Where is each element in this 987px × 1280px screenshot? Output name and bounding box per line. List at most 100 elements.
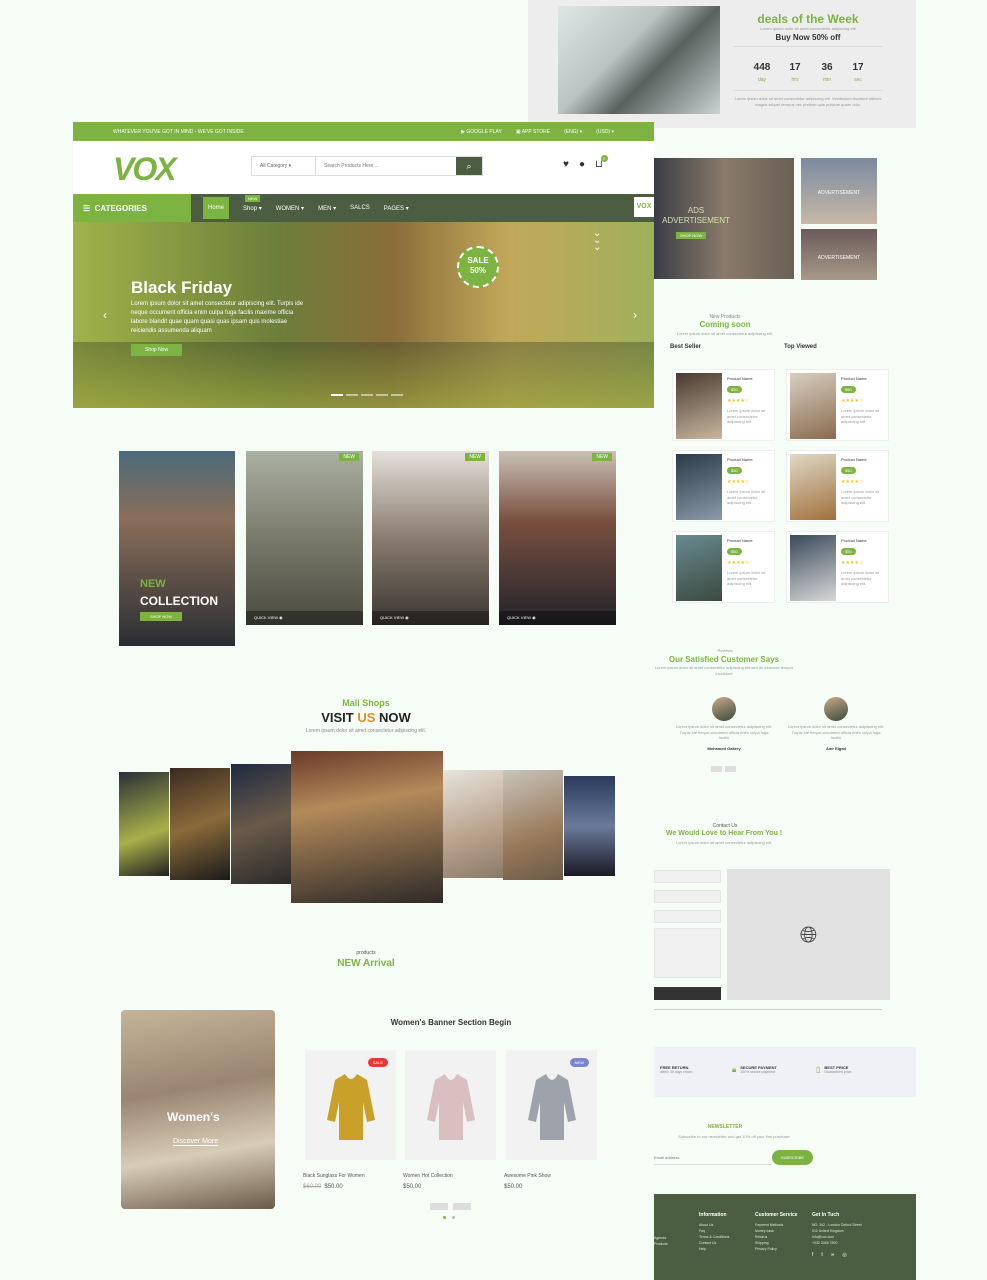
product-card[interactable]: Product Name $50 ★★★★☆ Lorem ipsum dolor si… <box>786 369 889 441</box>
send-button[interactable] <box>654 987 721 1000</box>
deals-offer: Buy Now 50% off <box>775 33 841 42</box>
message-field[interactable] <box>654 928 721 978</box>
mall-shop-image-featured[interactable] <box>291 751 443 903</box>
product-tile[interactable]: NEW QUICK VIEW ◉ <box>246 451 363 625</box>
facebook-icon[interactable]: f <box>812 1252 813 1258</box>
footer: Agenda Products Information About Us Faq Te… <box>654 1194 916 1280</box>
product-price: $50.00 <box>504 1184 523 1190</box>
logo[interactable]: VOX <box>113 151 193 187</box>
review-carousel-arrows[interactable] <box>711 766 736 772</box>
footer-link[interactable]: Privacy Policy <box>755 1247 798 1253</box>
mall-shop-image[interactable] <box>170 768 230 880</box>
womens-banner[interactable]: Women's Discover More <box>121 1010 275 1209</box>
chevron-right-icon[interactable]: › <box>633 308 637 322</box>
product-card[interactable]: Product Name $50 ★★★★☆ Lorem ipsum dolor si… <box>672 450 775 522</box>
womens-section-title: Women's Banner Section Begin <box>390 1018 512 1027</box>
carousel-dots[interactable] <box>443 1216 455 1219</box>
new-badge: NEW <box>339 453 359 461</box>
nav-item-home[interactable]: Home <box>203 197 230 219</box>
ads-shop-button[interactable]: SHOP NOW <box>676 232 707 239</box>
divider <box>733 46 883 47</box>
product-tile[interactable]: NEW QUICK VIEW ◉ <box>372 451 489 625</box>
header: VOX All Category ▾ ⌕ ♥ ● ⊔0 <box>73 141 654 194</box>
nav-item-women[interactable]: WOMEN ▾ <box>276 205 304 212</box>
new-collection-banner[interactable]: NEW COLLECTION SHOP NOW <box>119 451 235 646</box>
product-card[interactable]: Product Name $50 ★★★★☆ Lorem ipsum dolor si… <box>672 531 775 603</box>
nav-item-sales[interactable]: SALCS <box>350 205 370 211</box>
main-nav: ☰ CATEGORIES Home Shop ▾ WOMEN ▾ MEN ▾ S… <box>73 194 654 222</box>
mall-shop-image[interactable] <box>564 776 615 876</box>
hero-shop-button[interactable]: Shop Now <box>131 344 183 356</box>
currency-select[interactable]: (USD) ▾ <box>596 129 614 135</box>
mall-shop-image[interactable] <box>443 770 503 878</box>
reviews-title: Our Satisfied Customer Says <box>668 655 780 664</box>
subject-field[interactable] <box>654 910 721 923</box>
search-button[interactable]: ⌕ <box>456 157 482 175</box>
product-price: $50.00 <box>403 1184 422 1190</box>
new-badge: NEW <box>569 1058 589 1067</box>
product-name[interactable]: Black Sunglass For Women <box>303 1173 365 1179</box>
countdown-minutes: 36 min <box>821 62 833 83</box>
quick-view-button[interactable]: QUICK VIEW ◉ <box>246 611 363 625</box>
sale-badge: SALE <box>367 1058 388 1067</box>
product-tile[interactable]: NEW QUICK VIEW ◉ <box>499 451 616 625</box>
deals-panel: deals of the Week Lorem ipsum dolor sit … <box>528 0 916 128</box>
product-card[interactable]: Product Name $50 ★★★★☆ Lorem ipsum dolor si… <box>672 369 775 441</box>
link-icon[interactable]: ∞ <box>831 1252 835 1258</box>
mall-shop-image[interactable] <box>231 764 291 884</box>
heart-icon[interactable]: ♥ <box>563 159 569 170</box>
ads-banner[interactable]: ADS ADVERTISEMENT SHOP NOW <box>654 158 794 279</box>
nav-item-pages[interactable]: PAGES ▾ <box>384 205 409 212</box>
mini-logo[interactable]: VOX <box>634 197 654 217</box>
new-badge: NEW <box>465 453 485 461</box>
discover-more-link[interactable]: Discover More <box>173 1138 219 1146</box>
quick-view-button[interactable]: QUICK VIEW ◉ <box>499 611 616 625</box>
nav-item-shop[interactable]: Shop ▾ <box>243 205 262 212</box>
google-play-link[interactable]: ▶ GOOGLE PLAY <box>461 129 502 135</box>
product-card[interactable]: Product Name $50 ★★★★☆ Lorem ipsum dolor si… <box>786 450 889 522</box>
product-card[interactable]: SALE <box>305 1050 396 1160</box>
product-card[interactable]: Product Name $50 ★★★★☆ Lorem ipsum dolor si… <box>786 531 889 603</box>
product-card[interactable]: NEW <box>506 1050 597 1160</box>
product-name[interactable]: Awesome Pink Show <box>504 1173 551 1179</box>
product-name[interactable]: Women Hot Collection <box>403 1173 453 1179</box>
instagram-icon[interactable]: ◎ <box>842 1252 846 1258</box>
top-bar: WHATEVER YOU'VE GOT IN MIND - WE'VE GOT … <box>73 122 654 141</box>
mall-title: VISIT US NOW <box>321 710 411 725</box>
footer-information: Information About Us Faq Terms & Condition… <box>699 1212 730 1253</box>
carousel-arrows[interactable] <box>430 1203 471 1210</box>
footer-link[interactable]: Terms & Conditions <box>699 1235 729 1241</box>
category-select[interactable]: All Category ▾ <box>252 157 316 175</box>
ad-small[interactable]: ADVERTISEMENT <box>801 158 877 224</box>
search-icon: ⌕ <box>466 160 472 171</box>
chevron-left-icon[interactable]: ‹ <box>103 308 107 322</box>
cart-count-badge: 0 <box>600 155 608 162</box>
footer-link[interactable]: Help <box>699 1247 729 1253</box>
nav-item-men[interactable]: MEN ▾ <box>318 205 336 212</box>
footer-left-links: Agenda Products <box>654 1236 668 1246</box>
slider-dots[interactable] <box>331 394 403 396</box>
user-icon[interactable]: ● <box>579 159 585 170</box>
categories-button[interactable]: ☰ CATEGORIES <box>73 194 191 222</box>
ad-small[interactable]: ADVERTISEMENT <box>801 229 877 280</box>
name-field[interactable] <box>654 870 721 883</box>
deal-product-image[interactable] <box>558 6 720 114</box>
map-placeholder[interactable]: 🌐︎ <box>727 869 890 1000</box>
app-store-link[interactable]: ▣ APP STORE <box>516 129 550 135</box>
mall-shop-image[interactable] <box>119 772 169 876</box>
collection-line1: NEW <box>140 578 166 590</box>
subscribe-button[interactable]: SUBSCRIBE <box>772 1150 813 1165</box>
product-card[interactable] <box>405 1050 496 1160</box>
divider <box>654 1009 882 1010</box>
newsletter-email-input[interactable] <box>654 1151 772 1165</box>
header-icons: ♥ ● ⊔ 0 <box>563 155 608 170</box>
email-field[interactable] <box>654 890 721 903</box>
mall-subtitle: Mall Shops <box>342 698 390 708</box>
language-select[interactable]: (ENG) ▾ <box>564 129 582 135</box>
shop-now-button[interactable]: SHOP NOW <box>140 612 183 621</box>
twitter-icon[interactable]: t <box>821 1252 822 1258</box>
cart-icon[interactable]: ⊔ 0 <box>595 155 608 170</box>
mall-shop-image[interactable] <box>503 770 563 880</box>
search-input[interactable] <box>316 157 456 175</box>
quick-view-button[interactable]: QUICK VIEW ◉ <box>372 611 489 625</box>
